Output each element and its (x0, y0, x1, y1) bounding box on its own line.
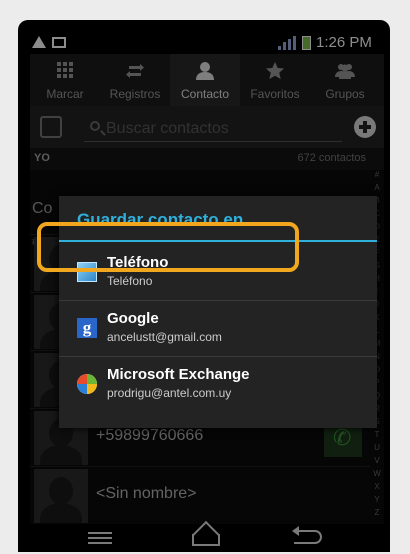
phone-frame: 1:26 PM Marcar Registros Contacto Favori… (18, 20, 390, 552)
option-subtitle: ancelustt@gmail.com (107, 330, 222, 344)
option-title: Microsoft Exchange (107, 366, 250, 383)
option-google[interactable]: g Google ancelustt@gmail.com (59, 300, 377, 356)
option-subtitle: Teléfono (107, 274, 153, 288)
exchange-icon (77, 374, 97, 394)
option-exchange[interactable]: Microsoft Exchange prodrigu@antel.com.uy (59, 356, 377, 412)
option-subtitle: prodrigu@antel.com.uy (107, 386, 232, 400)
option-title: Google (107, 310, 159, 327)
google-icon: g (77, 318, 97, 338)
selection-highlight (37, 222, 299, 272)
screen: 1:26 PM Marcar Registros Contacto Favori… (30, 32, 384, 552)
